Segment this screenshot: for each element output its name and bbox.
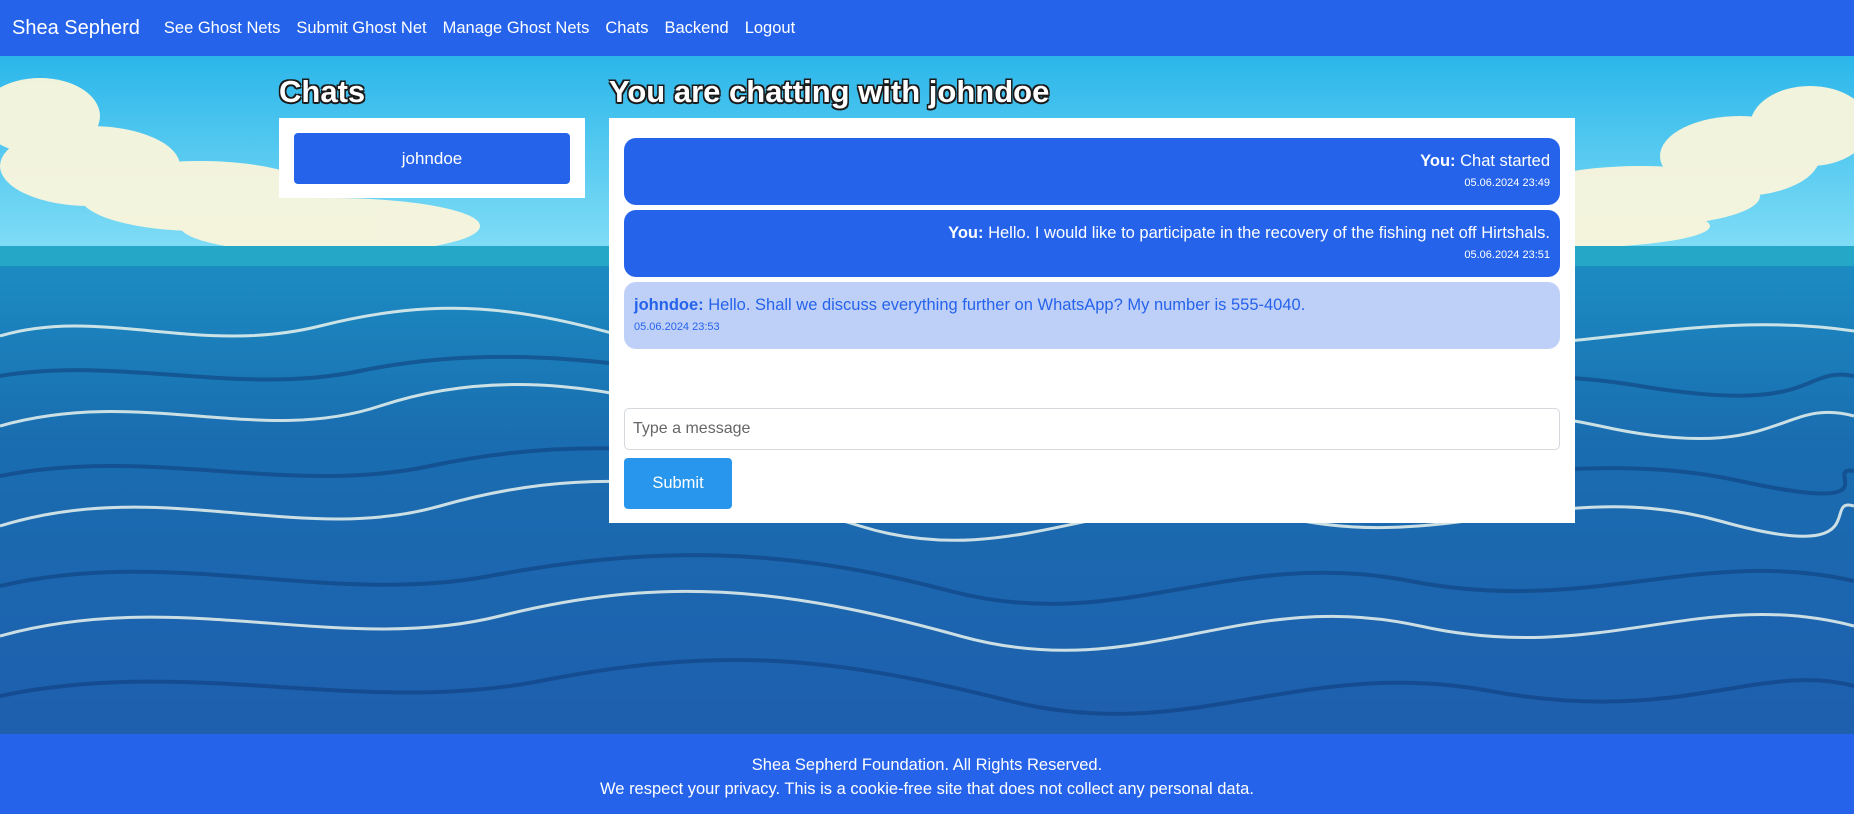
footer-copyright: Shea Sepherd Foundation. All Rights Rese…: [751, 756, 1103, 774]
message-timestamp: 05.06.2024 23:49: [1464, 177, 1550, 189]
message-text: Chat started: [1460, 152, 1550, 170]
nav-link-logout[interactable]: Logout: [745, 19, 795, 38]
page-footer: Shea Sepherd Foundation. All Rights Rese…: [0, 734, 1854, 814]
message-timestamp: 05.06.2024 23:53: [634, 321, 720, 333]
message-sender: You:: [948, 224, 984, 242]
top-navbar: Shea Sepherd See Ghost Nets Submit Ghost…: [0, 0, 1854, 56]
messages-panel: You: Chat started 05.06.2024 23:49 You: …: [609, 118, 1575, 376]
nav-link-backend[interactable]: Backend: [664, 19, 728, 38]
message-line: You: Hello. I would like to participate …: [634, 223, 1550, 243]
message-bubble-sent: You: Hello. I would like to participate …: [624, 210, 1560, 277]
nav-link-chats[interactable]: Chats: [605, 19, 648, 38]
nav-link-manage-ghost-nets[interactable]: Manage Ghost Nets: [443, 19, 590, 38]
nav-link-see-ghost-nets[interactable]: See Ghost Nets: [164, 19, 280, 38]
brand-logo-text[interactable]: Shea Sepherd: [12, 17, 140, 40]
conversation-heading: You are chatting with johndoe: [609, 74, 1050, 109]
nav-link-submit-ghost-net[interactable]: Submit Ghost Net: [296, 19, 426, 38]
message-bubble-sent: You: Chat started 05.06.2024 23:49: [624, 138, 1560, 205]
message-composer: Submit: [609, 376, 1575, 523]
message-text: Hello. Shall we discuss everything furth…: [708, 296, 1306, 314]
message-timestamp: 05.06.2024 23:51: [1464, 249, 1550, 261]
message-sender: You:: [1420, 152, 1456, 170]
chat-list-panel: johndoe: [279, 118, 585, 198]
footer-privacy-note: We respect your privacy. This is a cooki…: [600, 780, 1254, 798]
message-input[interactable]: [624, 408, 1560, 450]
message-text: Hello. I would like to participate in th…: [988, 224, 1550, 242]
chats-heading: Chats: [279, 74, 366, 109]
message-line: johndoe: Hello. Shall we discuss everyth…: [634, 295, 1550, 315]
submit-button[interactable]: Submit: [624, 458, 732, 509]
message-sender: johndoe:: [634, 296, 704, 314]
message-line: You: Chat started: [634, 151, 1550, 171]
message-bubble-received: johndoe: Hello. Shall we discuss everyth…: [624, 282, 1560, 349]
chat-list-item-johndoe[interactable]: johndoe: [294, 133, 570, 184]
